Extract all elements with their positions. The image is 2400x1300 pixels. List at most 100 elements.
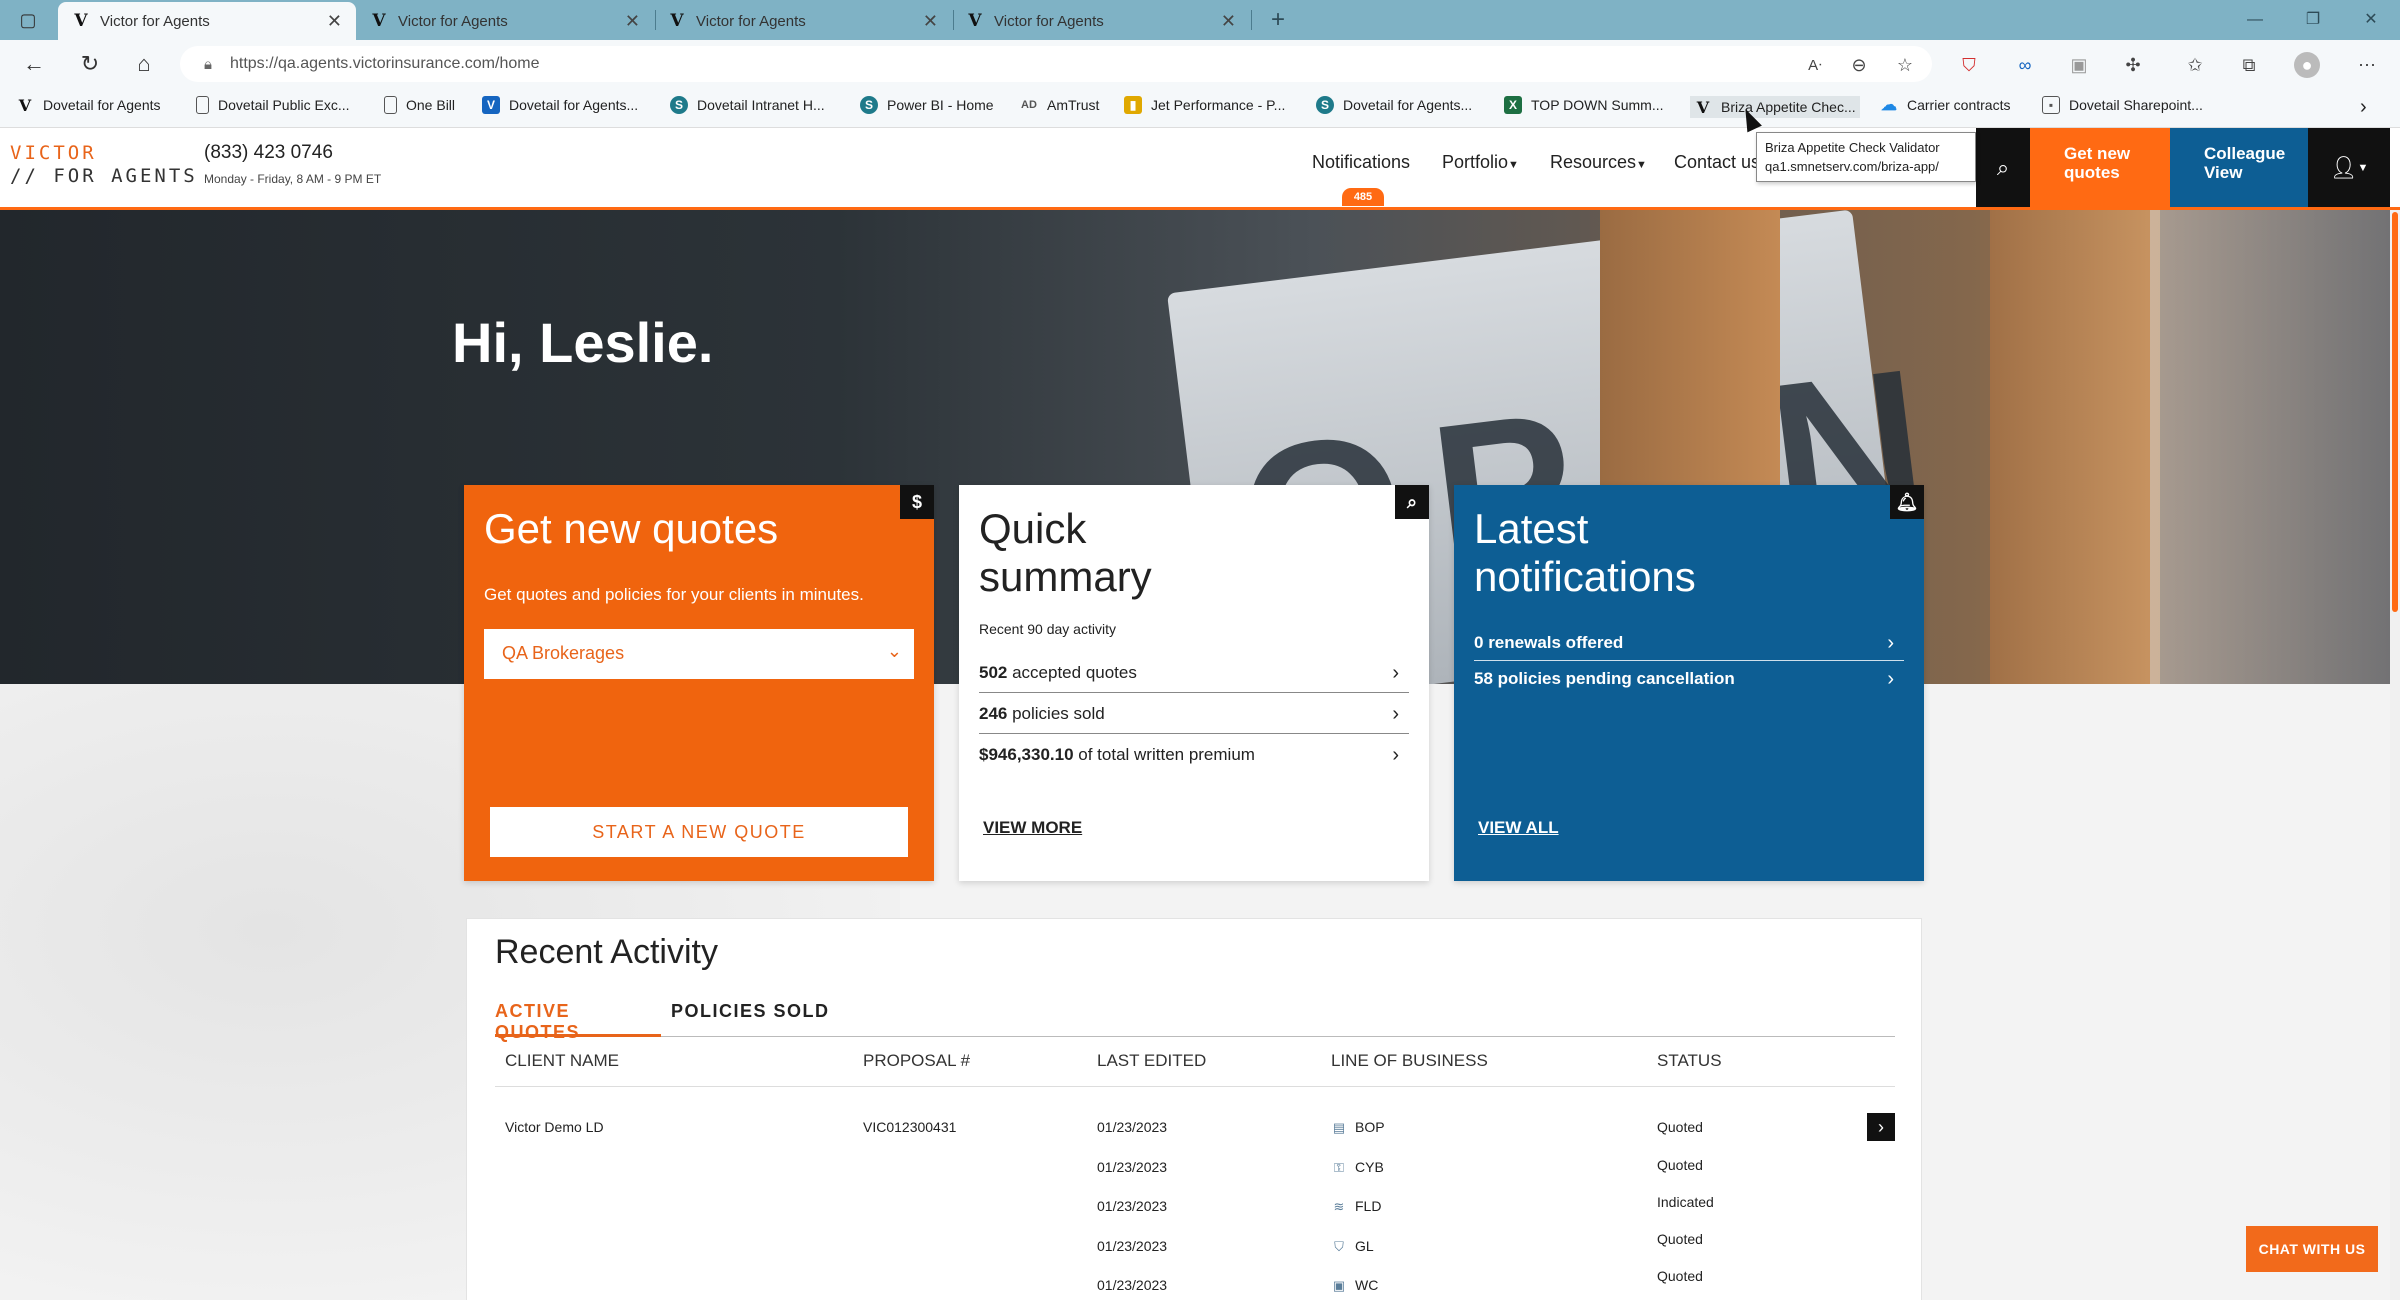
summary-row-accepted-quotes[interactable]: 502 accepted quotes › <box>979 653 1409 693</box>
bookmark-item[interactable]: Dovetail Public Exc... <box>196 96 350 114</box>
bookmark-item[interactable]: V Dovetail for Agents <box>16 95 161 115</box>
url-input[interactable]: 🔒︎ https://qa.agents.victorinsurance.com… <box>180 46 1932 82</box>
sharepoint-icon: S <box>1316 96 1334 114</box>
bookmark-item[interactable]: ▪ Dovetail Sharepoint... <box>2042 96 2203 114</box>
wood-post-image <box>1990 210 2160 684</box>
restore-icon[interactable]: ❐ <box>2284 0 2342 40</box>
read-aloud-icon[interactable]: Aᐧ <box>1802 52 1828 78</box>
bookmark-item[interactable]: S Power BI - Home <box>860 96 994 114</box>
nav-notifications[interactable]: Notifications <box>1312 152 1410 173</box>
browser-tab-4[interactable]: V Victor for Agents ✕ <box>952 2 1250 40</box>
get-new-quotes-card: $ Get new quotes Get quotes and policies… <box>464 485 934 881</box>
bookmark-item[interactable]: S Dovetail for Agents... <box>1316 96 1472 114</box>
user-menu-button[interactable]: 👤︎ ▼ <box>2308 128 2390 207</box>
profile-avatar[interactable]: ● <box>2294 52 2320 78</box>
victor-logo[interactable]: VICTOR // FOR AGENTS <box>10 142 198 188</box>
proposal-number-cell: VIC012300431 <box>863 1119 957 1135</box>
nav-portfolio[interactable]: Portfolio▼ <box>1442 152 1519 173</box>
address-bar-row: ← ↻ ⌂ 🔒︎ https://qa.agents.victorinsuran… <box>0 40 2400 88</box>
sharepoint-icon: S <box>670 96 688 114</box>
last-edited-cell: 01/23/2023 <box>1097 1119 1168 1135</box>
column-header[interactable]: LINE OF BUSINESS <box>1331 1051 1488 1071</box>
browser-tab-2[interactable]: V Victor for Agents ✕ <box>356 2 654 40</box>
quick-summary-card: ⌕ Quick summary Recent 90 day activity 5… <box>959 485 1429 881</box>
bookmark-item[interactable]: One Bill <box>384 96 455 114</box>
open-row-chevron-icon[interactable]: › <box>1867 1113 1895 1141</box>
bookmarks-bar: V Dovetail for Agents Dovetail Public Exc… <box>0 88 2400 128</box>
browser-tab-bar: ▢ V Victor for Agents ✕ V Victor for Age… <box>0 0 2400 40</box>
close-tab-icon[interactable]: ✕ <box>923 11 938 32</box>
shield-extension-icon[interactable]: ⛉ <box>1956 52 1982 78</box>
bookmark-item[interactable]: AD AmTrust <box>1020 96 1099 114</box>
bookmark-item[interactable]: ▮ Jet Performance - P... <box>1124 96 1285 114</box>
last-edited-cell: 01/23/2023 <box>1097 1238 1168 1254</box>
extension-icon[interactable]: ▣ <box>2066 52 2092 78</box>
chevron-right-icon: › <box>1392 744 1399 766</box>
bookmark-item[interactable]: V Briza Appetite Chec... <box>1690 96 1860 118</box>
recent-activity-panel: Recent Activity ACTIVE QUOTES POLICIES S… <box>466 918 1922 1300</box>
bookmark-item[interactable]: S Dovetail Intranet H... <box>670 96 825 114</box>
close-tab-icon[interactable]: ✕ <box>625 11 640 32</box>
tab-title: Victor for Agents <box>100 12 210 30</box>
column-header[interactable]: CLIENT NAME <box>505 1051 619 1071</box>
puzzle-icon[interactable]: ✣ <box>2120 52 2146 78</box>
more-menu-icon[interactable]: ⋯ <box>2354 52 2380 78</box>
phone-number[interactable]: (833) 423 0746 <box>204 142 333 164</box>
column-header[interactable]: STATUS <box>1657 1051 1722 1071</box>
minimize-icon[interactable]: — <box>2226 0 2284 40</box>
column-header[interactable]: LAST EDITED <box>1097 1051 1206 1071</box>
column-header[interactable]: PROPOSAL # <box>863 1051 970 1071</box>
victor-icon: V <box>18 95 32 115</box>
nav-contact-us[interactable]: Contact us <box>1674 152 1760 173</box>
get-new-quotes-button[interactable]: Get new quotes <box>2030 128 2170 207</box>
chevron-right-icon: › <box>1392 662 1399 684</box>
favorite-star-icon[interactable]: ☆ <box>1892 52 1918 78</box>
business-hours: Monday - Friday, 8 AM - 9 PM ET <box>204 172 382 186</box>
refresh-icon[interactable]: ↻ <box>74 48 106 80</box>
view-more-link[interactable]: VIEW MORE <box>983 818 1082 838</box>
cloud-icon: ☁ <box>1881 97 1897 114</box>
status-cell: Quoted <box>1657 1268 1703 1284</box>
view-all-link[interactable]: VIEW ALL <box>1478 818 1559 838</box>
client-name-cell[interactable]: Victor Demo LD <box>505 1119 604 1135</box>
bookmark-item[interactable]: X TOP DOWN Summ... <box>1504 96 1664 114</box>
tab-actions-icon[interactable]: ▢ <box>12 4 44 36</box>
nav-resources[interactable]: Resources▼ <box>1550 152 1647 173</box>
colleague-view-button[interactable]: Colleague View <box>2170 128 2308 207</box>
browser-tab-1[interactable]: V Victor for Agents ✕ <box>58 2 356 40</box>
line-of-business-cell: ▣ WC <box>1332 1277 1379 1293</box>
lock-icon: 🔒︎ <box>204 55 212 73</box>
bookmark-item[interactable]: V Dovetail for Agents... <box>482 96 638 114</box>
tab-policies-sold[interactable]: POLICIES SOLD <box>671 999 830 1037</box>
glasses-extension-icon[interactable]: ∞ <box>2012 52 2038 78</box>
search-icon[interactable]: ⌕ <box>1976 128 2030 207</box>
caret-down-icon: ▼ <box>1636 159 1647 171</box>
close-window-icon[interactable]: ✕ <box>2342 0 2400 40</box>
summary-row-written-premium[interactable]: $946,330.10 of total written premium › <box>979 735 1409 775</box>
bookmark-item[interactable]: ☁ Carrier contracts <box>1880 96 2010 114</box>
summary-row-policies-sold[interactable]: 246 policies sold › <box>979 694 1409 734</box>
tab-active-quotes[interactable]: ACTIVE QUOTES <box>495 999 661 1042</box>
close-tab-icon[interactable]: ✕ <box>1221 11 1236 32</box>
favorites-icon[interactable]: ✩ <box>2182 52 2208 78</box>
start-new-quote-button[interactable]: START A NEW QUOTE <box>490 807 908 857</box>
notifications-count-badge: 485 <box>1342 188 1384 206</box>
chevron-right-icon: › <box>1887 632 1894 654</box>
section-title: Recent Activity <box>495 933 718 971</box>
home-icon[interactable]: ⌂ <box>128 48 160 80</box>
collections-icon[interactable]: ⧉ <box>2236 52 2262 78</box>
zoom-icon[interactable]: ⊖ <box>1846 52 1872 78</box>
line-of-business-cell: ⛉ GL <box>1331 1238 1374 1255</box>
new-tab-icon[interactable]: + <box>1262 4 1294 36</box>
chat-with-us-button[interactable]: CHAT WITH US <box>2246 1226 2378 1272</box>
status-cell: Indicated <box>1657 1194 1714 1210</box>
close-tab-icon[interactable]: ✕ <box>327 11 342 32</box>
notification-row-pending-cancellation[interactable]: 58 policies pending cancellation › <box>1474 661 1904 697</box>
more-bookmarks-chevron-icon[interactable]: › <box>2360 96 2367 119</box>
notification-row-renewals[interactable]: 0 renewals offered › <box>1474 625 1904 661</box>
brokerage-select[interactable]: QA Brokerages ⌄ <box>484 629 914 679</box>
browser-tab-3[interactable]: V Victor for Agents ✕ <box>654 2 952 40</box>
scrollbar-thumb[interactable] <box>2392 212 2398 612</box>
back-icon[interactable]: ← <box>18 48 50 80</box>
latest-notifications-card: 🔔︎ Latest notifications 0 renewals offer… <box>1454 485 1924 881</box>
